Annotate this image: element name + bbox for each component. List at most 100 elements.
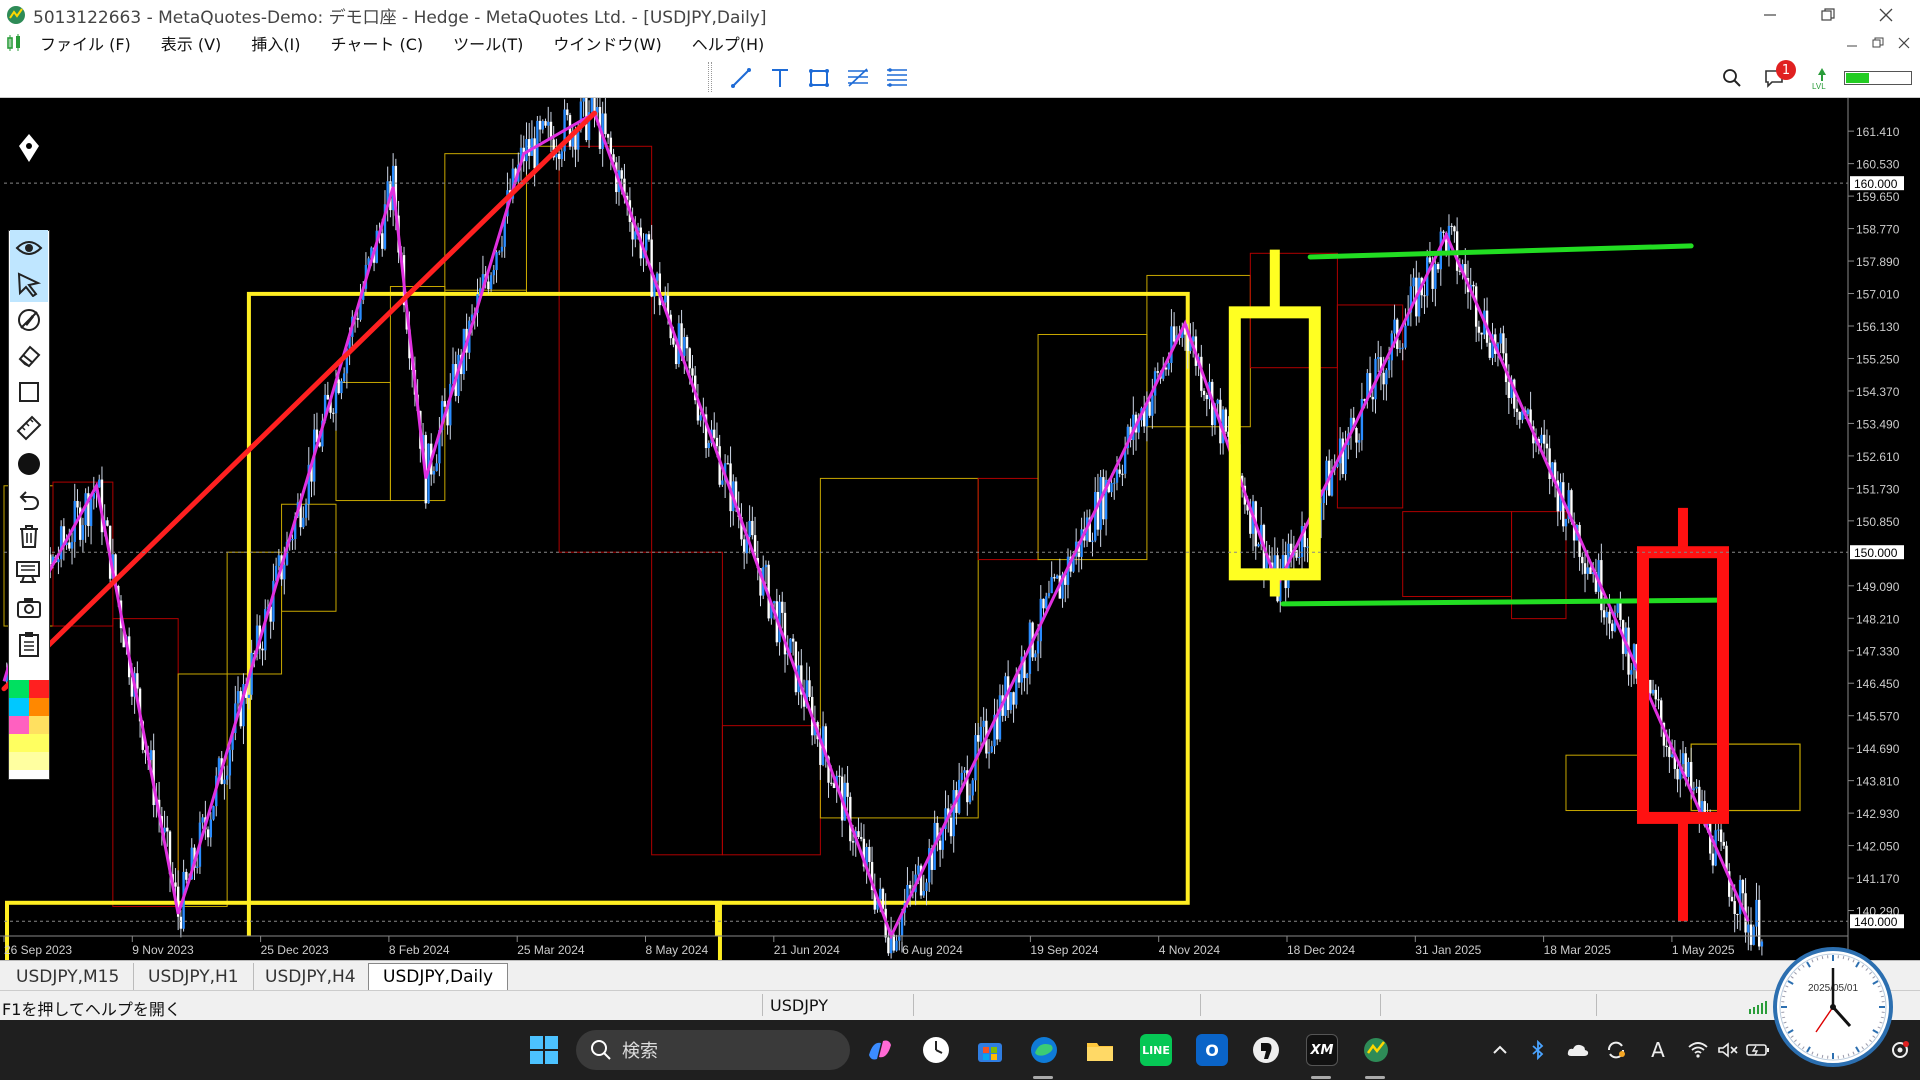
dot-tool[interactable]: [10, 446, 48, 482]
palette-swatch[interactable]: [29, 680, 49, 698]
connection-bar-fill: [1846, 73, 1870, 83]
time-label: 9 Nov 2023: [132, 943, 194, 957]
menu-tools[interactable]: ツール(T): [453, 31, 523, 55]
candle-body: [715, 437, 719, 447]
candle-body: [1047, 593, 1051, 597]
palette-swatch[interactable]: [29, 698, 49, 716]
eraser-tool[interactable]: [10, 338, 48, 374]
menu-file[interactable]: ファイル (F): [40, 31, 131, 55]
menu-help[interactable]: ヘルプ(H): [692, 31, 765, 55]
trendline-button[interactable]: [727, 64, 755, 92]
price-label: 161.410: [1856, 125, 1900, 139]
candle-body: [1581, 556, 1584, 564]
restore-icon: [1821, 8, 1835, 21]
palette-swatch[interactable]: [9, 734, 29, 752]
rectangle-tool[interactable]: [10, 374, 48, 410]
price-label: 157.010: [1856, 288, 1900, 302]
tab-usdjpy-daily[interactable]: USDJPY,Daily: [368, 963, 509, 990]
xm-button[interactable]: XM: [1306, 1034, 1338, 1066]
signal-level-button[interactable]: LVL: [1808, 64, 1836, 92]
app-window: 5013122663 - MetaQuotes-Demo: デモ口座 - Hed…: [0, 0, 1920, 1080]
pen-tool[interactable]: [10, 130, 48, 166]
taskbar-search[interactable]: 検索: [576, 1030, 850, 1070]
camera-tool[interactable]: [10, 590, 48, 626]
chart-canvas[interactable]: 161.410 160.530 159.650 158.770 157.890 157.0…: [0, 98, 1920, 960]
palette-swatch[interactable]: [9, 680, 29, 698]
bluetooth-button[interactable]: [1526, 1038, 1550, 1062]
rectangle-tool-button[interactable]: [805, 64, 833, 92]
chart-window-icon[interactable]: [6, 34, 26, 52]
palette-swatch[interactable]: [9, 698, 29, 716]
clock-tick: [1842, 1054, 1845, 1058]
candle-body: [1651, 689, 1655, 694]
start-button[interactable]: [528, 1034, 560, 1066]
eye-tool[interactable]: [10, 230, 48, 266]
menu-chart[interactable]: チャート (C): [331, 31, 424, 55]
close-button[interactable]: [1858, 0, 1914, 30]
sync-button[interactable]: [1604, 1038, 1628, 1062]
monitor-tool[interactable]: [10, 554, 48, 590]
palette-swatch[interactable]: [29, 752, 49, 770]
tab-usdjpy-m15[interactable]: USDJPY,M15: [2, 963, 135, 990]
palette-swatch[interactable]: [9, 752, 29, 770]
text-tool-button[interactable]: [766, 64, 794, 92]
candle-body: [857, 831, 860, 838]
cloud-button[interactable]: [1566, 1038, 1590, 1062]
tab-usdjpy-h1[interactable]: USDJPY,H1: [134, 963, 254, 990]
restore-button[interactable]: [1800, 0, 1856, 30]
clock-app-button[interactable]: [920, 1034, 952, 1066]
candle-body: [1045, 596, 1048, 609]
tab-usdjpy-h4[interactable]: USDJPY,H4: [251, 963, 371, 990]
metatrader-button[interactable]: [1360, 1034, 1392, 1066]
edge-button[interactable]: [1028, 1034, 1060, 1066]
candle-body: [1012, 692, 1015, 705]
copilot-icon: [869, 1040, 891, 1060]
store-button[interactable]: [974, 1034, 1006, 1066]
trash-tool[interactable]: [10, 518, 48, 554]
candle-body: [949, 817, 953, 837]
fibonacci-tool-button[interactable]: [844, 64, 872, 92]
candle-body: [838, 775, 841, 777]
speaker-button[interactable]: [1716, 1038, 1740, 1062]
mdi-restore-icon[interactable]: [1872, 37, 1884, 49]
battery-button[interactable]: [1746, 1038, 1770, 1062]
eye-icon: [15, 241, 43, 255]
channel-tool-button[interactable]: [883, 64, 911, 92]
palette-swatch[interactable]: [9, 716, 29, 734]
notifications-button[interactable]: 1: [1760, 60, 1796, 92]
mdi-minimize-icon[interactable]: [1846, 37, 1858, 49]
running-indicator: [1311, 1076, 1331, 1079]
candle-body: [1341, 438, 1345, 475]
candle-body: [487, 281, 490, 290]
menu-insert[interactable]: 挿入(I): [251, 31, 300, 55]
menu-window[interactable]: ウインドウ(W): [553, 31, 661, 55]
mdi-close-icon[interactable]: [1898, 37, 1910, 49]
palette-swatch[interactable]: [29, 716, 49, 734]
clipboard-tool[interactable]: [10, 626, 48, 662]
candle-body: [1760, 941, 1764, 947]
search-button[interactable]: [1718, 64, 1746, 92]
file-explorer-button[interactable]: [1084, 1034, 1116, 1066]
menu-view[interactable]: 表示 (V): [161, 31, 222, 55]
tray-overflow-button[interactable]: [1488, 1038, 1512, 1062]
no-draw-tool[interactable]: [10, 302, 48, 338]
wifi-button[interactable]: [1686, 1038, 1710, 1062]
candle-body: [1722, 841, 1726, 846]
kick-button[interactable]: [1250, 1034, 1282, 1066]
candle-body: [1526, 409, 1530, 415]
undo-tool[interactable]: [10, 482, 48, 518]
price-chart[interactable]: 161.410 160.530 159.650 158.770 157.890 157.0…: [0, 98, 1920, 960]
ruler-tool[interactable]: [10, 410, 48, 446]
cursor-tool[interactable]: [10, 266, 48, 302]
minimize-button[interactable]: [1742, 0, 1798, 30]
ime-button[interactable]: A: [1646, 1038, 1670, 1062]
copilot-button[interactable]: [864, 1034, 896, 1066]
color-palette[interactable]: [9, 680, 49, 780]
palette-swatch[interactable]: [29, 734, 49, 752]
candle-body: [1611, 623, 1614, 632]
camera-icon: [17, 598, 41, 618]
line-button[interactable]: LINE: [1140, 1034, 1172, 1066]
outlook-button[interactable]: O: [1196, 1034, 1228, 1066]
candle-body: [1545, 443, 1549, 449]
channel-icon: [887, 68, 907, 87]
